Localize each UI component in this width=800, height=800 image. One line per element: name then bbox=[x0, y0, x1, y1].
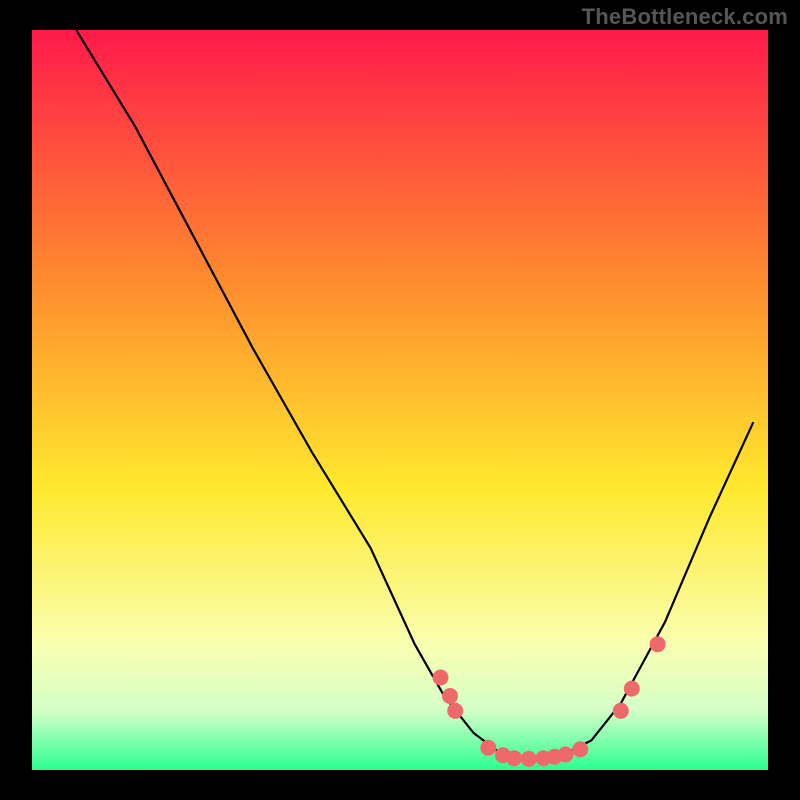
curve-marker bbox=[613, 703, 629, 719]
watermark-label: TheBottleneck.com bbox=[582, 4, 788, 30]
curve-marker bbox=[521, 751, 537, 767]
curve-marker bbox=[572, 741, 588, 757]
bottleneck-chart bbox=[0, 0, 800, 800]
curve-marker bbox=[506, 750, 522, 766]
curve-marker bbox=[650, 636, 666, 652]
curve-marker bbox=[558, 747, 574, 763]
curve-marker bbox=[480, 740, 496, 756]
curve-marker bbox=[442, 688, 458, 704]
chart-container: TheBottleneck.com bbox=[0, 0, 800, 800]
curve-marker bbox=[624, 681, 640, 697]
curve-marker bbox=[433, 670, 449, 686]
curve-marker bbox=[447, 703, 463, 719]
